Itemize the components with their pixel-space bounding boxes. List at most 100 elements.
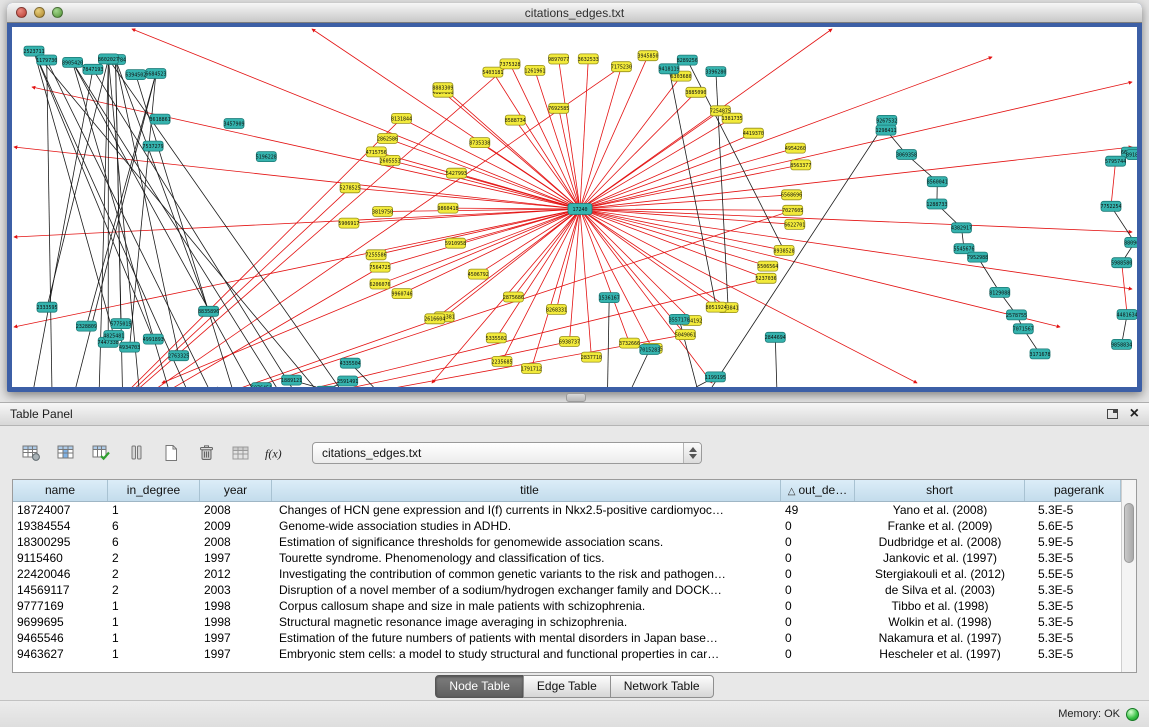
svg-text:2837710: 2837710 [581, 355, 602, 361]
table-cell: 0 [781, 534, 855, 550]
table-panel-title: Table Panel [10, 407, 73, 421]
function-builder-button[interactable]: f(x) [261, 439, 291, 467]
table-row[interactable]: 1830029562008Estimation of significance … [13, 534, 1121, 550]
svg-text:4954260: 4954260 [785, 146, 806, 152]
float-panel-icon[interactable] [1107, 409, 1118, 419]
show-columns-icon [57, 444, 76, 462]
tab-edge-table[interactable]: Edge Table [523, 675, 611, 698]
svg-text:4382917: 4382917 [951, 226, 972, 232]
delete-table-button[interactable] [191, 439, 221, 467]
table-cell: 1997 [200, 550, 272, 566]
svg-text:8560041: 8560041 [927, 180, 948, 186]
svg-text:8905420: 8905420 [62, 60, 83, 66]
table-body: 1872400712008Changes of HCN gene express… [13, 502, 1121, 662]
new-table-button[interactable] [156, 439, 186, 467]
svg-text:9858834: 9858834 [1111, 342, 1132, 348]
table-cell: Jankovic et al. (1997) [855, 550, 1025, 566]
table-cell: 5.3E-5 [1025, 550, 1121, 566]
table-row[interactable]: 1456911722003Disruption of a novel membe… [13, 582, 1121, 598]
table-cell: 5.9E-5 [1025, 534, 1121, 550]
table-row[interactable]: 1938455462009Genome-wide association stu… [13, 518, 1121, 534]
svg-text:6394502: 6394502 [125, 73, 146, 79]
table-row[interactable]: 2242004622012Investigating the contribut… [13, 566, 1121, 582]
svg-text:6206076: 6206076 [369, 282, 390, 288]
row-selection-button[interactable] [121, 439, 151, 467]
scrollbar-thumb[interactable] [1124, 503, 1134, 563]
vertical-scrollbar[interactable] [1121, 480, 1136, 672]
svg-text:1261961: 1261961 [524, 68, 545, 74]
sort-ascending-icon: △ [788, 486, 796, 497]
svg-text:5403181: 5403181 [482, 70, 503, 76]
window-titlebar[interactable]: citations_edges.txt [7, 3, 1142, 23]
table-row[interactable]: 969969511998Structural magnetic resonanc… [13, 614, 1121, 630]
table-toolbar: f(x) citations_edges.txt [0, 426, 1149, 472]
table-cell: 5.3E-5 [1025, 646, 1121, 662]
splitter-handle[interactable] [566, 393, 586, 402]
table-cell: Estimation of the future numbers of pati… [272, 630, 781, 646]
svg-text:8735338: 8735338 [469, 141, 490, 147]
traffic-lights [16, 7, 63, 18]
svg-text:2333595: 2333595 [36, 305, 57, 311]
table-cell: 0 [781, 518, 855, 534]
table-mode-button[interactable] [16, 439, 46, 467]
table-cell: 49 [781, 502, 855, 518]
column-header-pagerank[interactable]: pagerank [1025, 480, 1121, 501]
svg-text:5049061: 5049061 [675, 333, 696, 339]
show-columns-button[interactable] [51, 439, 81, 467]
table-cell: 5.6E-5 [1025, 518, 1121, 534]
row-selection-icon [127, 444, 146, 462]
table-row[interactable]: 1872400712008Changes of HCN gene express… [13, 502, 1121, 518]
zoom-window-button[interactable] [52, 7, 63, 18]
table-cell: 9465546 [13, 630, 108, 646]
svg-text:2523711: 2523711 [23, 49, 44, 55]
table-row[interactable]: 946362711997Embryonic stem cells: a mode… [13, 646, 1121, 662]
table-cell: 22420046 [13, 566, 108, 582]
data-table: namein_degreeyeartitle△out_de…shortpager… [12, 479, 1137, 673]
import-table-button[interactable] [226, 439, 256, 467]
svg-text:1381735: 1381735 [722, 116, 743, 122]
table-cell: 6 [108, 518, 200, 534]
table-selector-dropdown[interactable]: citations_edges.txt [312, 442, 702, 464]
close-window-button[interactable] [16, 7, 27, 18]
tab-node-table[interactable]: Node Table [435, 675, 524, 698]
svg-text:8918856: 8918856 [1126, 153, 1137, 159]
svg-text:7847193: 7847193 [82, 67, 103, 73]
table-cell: 2 [108, 550, 200, 566]
table-cell: 0 [781, 614, 855, 630]
table-cell: 9115460 [13, 550, 108, 566]
column-header-out_de[interactable]: △out_de… [781, 480, 855, 501]
table-cell: Yano et al. (2008) [855, 502, 1025, 518]
svg-text:6303680: 6303680 [671, 74, 692, 80]
table-cell: 2003 [200, 582, 272, 598]
svg-text:3171678: 3171678 [1029, 352, 1050, 358]
column-header-name[interactable]: name [13, 480, 108, 501]
table-cell: Stergiakouli et al. (2012) [855, 566, 1025, 582]
minimize-window-button[interactable] [34, 7, 45, 18]
tab-network-table[interactable]: Network Table [610, 675, 714, 698]
new-column-button[interactable] [86, 439, 116, 467]
svg-text:8938528: 8938528 [774, 248, 795, 254]
column-header-short[interactable]: short [855, 480, 1025, 501]
svg-text:8835896: 8835896 [198, 309, 219, 315]
table-cell: 19384554 [13, 518, 108, 534]
close-panel-icon[interactable]: × [1130, 407, 1139, 421]
table-cell: 18300295 [13, 534, 108, 550]
network-canvas[interactable]: 1724070276056622701893852855065645237036… [12, 27, 1137, 387]
table-cell: Disruption of a novel member of a sodium… [272, 582, 781, 598]
svg-text:2235685: 2235685 [491, 359, 512, 365]
table-row[interactable]: 946554611997Estimation of the future num… [13, 630, 1121, 646]
table-row[interactable]: 977716911998Corpus callosum shape and si… [13, 598, 1121, 614]
network-graph[interactable]: 1724070276056622701893852855065645237036… [12, 27, 1137, 387]
svg-text:3457909: 3457909 [223, 121, 244, 127]
table-cell: 1997 [200, 646, 272, 662]
svg-text:f(x): f(x) [265, 447, 282, 461]
column-header-title[interactable]: title [272, 480, 781, 501]
column-header-in_degree[interactable]: in_degree [108, 480, 200, 501]
svg-text:3632533: 3632533 [578, 57, 599, 63]
column-header-year[interactable]: year [200, 480, 272, 501]
table-cell: Corpus callosum shape and size in male p… [272, 598, 781, 614]
selected-table-label: citations_edges.txt [313, 446, 683, 460]
table-cell: Tourette syndrome. Phenomenology and cla… [272, 550, 781, 566]
svg-text:5775015: 5775015 [110, 322, 131, 328]
table-row[interactable]: 911546021997Tourette syndrome. Phenomeno… [13, 550, 1121, 566]
